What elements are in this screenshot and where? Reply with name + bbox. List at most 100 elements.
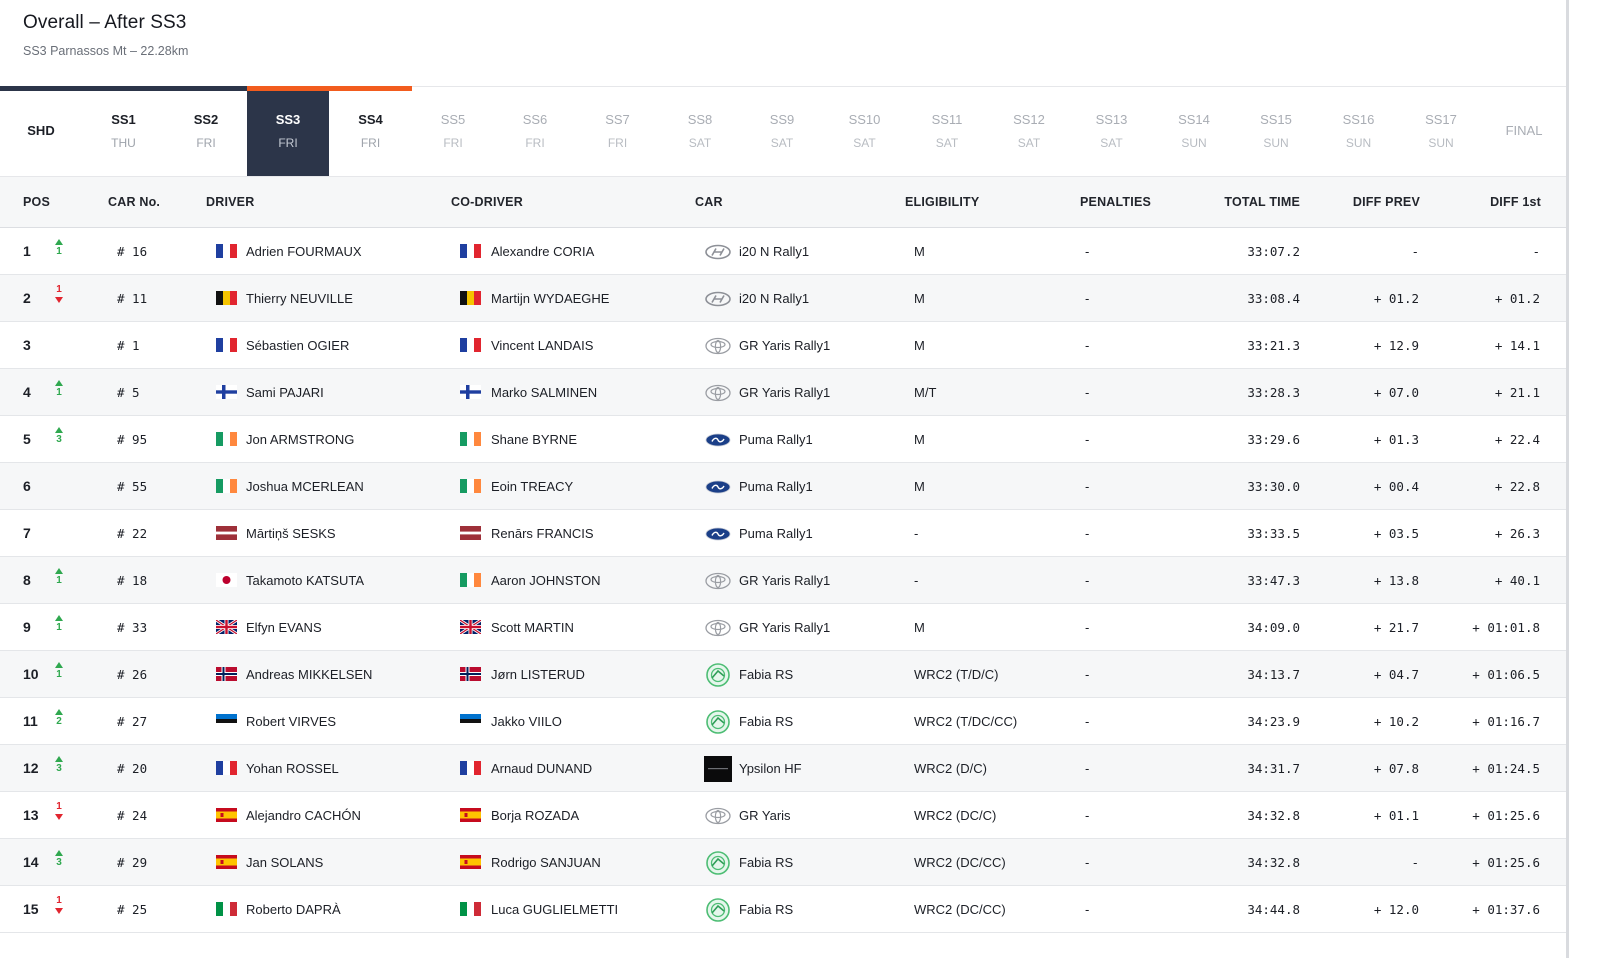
co-driver-name-link[interactable]: Alexandre CORIA (491, 244, 594, 259)
col-diff-first[interactable]: DIFF 1st (1490, 195, 1541, 209)
tab-ss13[interactable]: SS13 SAT (1070, 87, 1153, 176)
tab-stage-day: SAT (1017, 136, 1041, 150)
col-car[interactable]: CAR (695, 195, 723, 209)
total-time-cell: 33:29.6 (1247, 432, 1300, 447)
arrow-down-icon (55, 908, 63, 914)
driver-name-link[interactable]: Sami PAJARI (246, 385, 324, 400)
co-driver-name-link[interactable]: Scott MARTIN (491, 620, 574, 635)
driver-name-link[interactable]: Takamoto KATSUTA (246, 573, 364, 588)
table-row[interactable]: 2 1 # 11 Thierry NEUVILLE Martijn WYDAEGHE i2… (0, 275, 1566, 322)
flag-no-icon (216, 667, 237, 681)
tab-stage-day: SAT (935, 136, 959, 150)
tab-ss10[interactable]: SS10 SAT (823, 87, 906, 176)
tab-stage-name: SS3 (275, 112, 301, 127)
tab-ss4[interactable]: SS4 FRI (329, 87, 412, 176)
driver-name-link[interactable]: Thierry NEUVILLE (246, 291, 353, 306)
table-row[interactable]: 6 # 55 Joshua MCERLEAN Eoin TREACY Puma Rall… (0, 463, 1566, 510)
car-model-cell: i20 N Rally1 (739, 291, 810, 306)
toyota-icon (704, 803, 732, 829)
table-row[interactable]: 13 1 # 24 Alejandro CACHÓN Borja ROZADA GR Ya… (0, 792, 1566, 839)
co-driver-name-link[interactable]: Rodrigo SANJUAN (491, 855, 601, 870)
diff-prev-cell: + 13.8 (1373, 573, 1419, 588)
co-driver-name-link[interactable]: Renārs FRANCIS (491, 526, 594, 541)
co-driver-name-link[interactable]: Eoin TREACY (491, 479, 573, 494)
table-row[interactable]: 14 3 # 29 Jan SOLANS Rodrigo SANJUAN Fabia RS… (0, 839, 1566, 886)
scrollbar[interactable] (1566, 0, 1569, 958)
tab-ss16[interactable]: SS16 SUN (1317, 87, 1400, 176)
table-row[interactable]: 8 1 # 18 Takamoto KATSUTA Aaron JOHNSTON GR Y… (0, 557, 1566, 604)
tab-ss2[interactable]: SS2 FRI (165, 87, 247, 176)
table-row[interactable]: 7 # 22 Mārtiņš SESKS Renārs FRANCIS Puma Ral… (0, 510, 1566, 557)
position-gain-indicator: 1 (52, 568, 66, 586)
driver-name-link[interactable]: Roberto DAPRÀ (246, 902, 341, 917)
tab-ss9[interactable]: SS9 SAT (741, 87, 823, 176)
table-row[interactable]: 11 2 # 27 Robert VIRVES Jakko VIILO Fabia RS W… (0, 698, 1566, 745)
co-driver-name-link[interactable]: Jørn LISTERUD (491, 667, 585, 682)
flag-ie-icon (460, 432, 481, 446)
tab-shd[interactable]: SHD (0, 87, 82, 176)
table-row[interactable]: 12 3 # 20 Yohan ROSSEL Arnaud DUNAND Ypsilon … (0, 745, 1566, 792)
eligibility-cell: M (914, 479, 925, 494)
driver-name-link[interactable]: Joshua MCERLEAN (246, 479, 364, 494)
table-row[interactable]: 5 3 # 95 Jon ARMSTRONG Shane BYRNE Puma Rally… (0, 416, 1566, 463)
tab-ss7[interactable]: SS7 FRI (576, 87, 659, 176)
tab-ss17[interactable]: SS17 SUN (1400, 87, 1482, 176)
co-driver-name-link[interactable]: Luca GUGLIELMETTI (491, 902, 618, 917)
driver-name-link[interactable]: Mārtiņš SESKS (246, 526, 336, 541)
co-driver-name-link[interactable]: Vincent LANDAIS (491, 338, 593, 353)
driver-name-link[interactable]: Yohan ROSSEL (246, 761, 339, 776)
table-row[interactable]: 9 1 # 33 Elfyn EVANS Scott MARTIN GR Yaris Ra… (0, 604, 1566, 651)
skoda-icon (704, 897, 732, 923)
col-pos[interactable]: POS (23, 195, 50, 209)
tab-ss6[interactable]: SS6 FRI (494, 87, 576, 176)
co-driver-name-link[interactable]: Marko SALMINEN (491, 385, 597, 400)
tab-ss14[interactable]: SS14 SUN (1153, 87, 1235, 176)
tab-ss8[interactable]: SS8 SAT (659, 87, 741, 176)
driver-name-link[interactable]: Elfyn EVANS (246, 620, 322, 635)
driver-name-link[interactable]: Alejandro CACHÓN (246, 808, 361, 823)
table-row[interactable]: 4 1 # 5 Sami PAJARI Marko SALMINEN GR Yaris R… (0, 369, 1566, 416)
ford-icon (704, 521, 732, 547)
penalties-cell: - (1085, 291, 1090, 306)
driver-name-link[interactable]: Jan SOLANS (246, 855, 323, 870)
tab-final[interactable]: FINAL (1482, 87, 1566, 176)
col-driver[interactable]: DRIVER (206, 195, 254, 209)
diff-first-cell: + 21.1 (1494, 385, 1540, 400)
col-eligibility[interactable]: ELIGIBILITY (905, 195, 979, 209)
col-co-driver[interactable]: CO-DRIVER (451, 195, 523, 209)
driver-name-link[interactable]: Sébastien OGIER (246, 338, 349, 353)
co-driver-name-link[interactable]: Jakko VIILO (491, 714, 562, 729)
table-row[interactable]: 3 # 1 Sébastien OGIER Vincent LANDAIS GR Yar… (0, 322, 1566, 369)
table-row[interactable]: 1 1 # 16 Adrien FOURMAUX Alexandre CORIA i20 … (0, 228, 1566, 275)
col-penalties[interactable]: PENALTIES (1080, 195, 1151, 209)
col-total-time[interactable]: TOTAL TIME (1224, 195, 1300, 209)
position-gain-indicator: 1 (52, 380, 66, 398)
tab-ss12[interactable]: SS12 SAT (988, 87, 1070, 176)
driver-name-link[interactable]: Robert VIRVES (246, 714, 336, 729)
table-row[interactable]: 15 1 # 25 Roberto DAPRÀ Luca GUGLIELMETTI Fab… (0, 886, 1566, 933)
co-driver-name-link[interactable]: Martijn WYDAEGHE (491, 291, 609, 306)
co-driver-name-link[interactable]: Aaron JOHNSTON (491, 573, 601, 588)
col-diff-prev[interactable]: DIFF PREV (1353, 195, 1420, 209)
tab-stage-day: SUN (1428, 136, 1454, 150)
diff-first-cell: + 01:06.5 (1472, 667, 1540, 682)
co-driver-name-link[interactable]: Shane BYRNE (491, 432, 577, 447)
tab-ss1[interactable]: SS1 THU (82, 87, 165, 176)
driver-name-link[interactable]: Andreas MIKKELSEN (246, 667, 372, 682)
penalties-cell: - (1085, 808, 1090, 823)
col-car-no[interactable]: CAR No. (108, 195, 160, 209)
hyundai-icon (704, 286, 732, 312)
tab-ss11[interactable]: SS11 SAT (906, 87, 988, 176)
tab-stage-name: SS9 (769, 112, 795, 127)
tab-ss5[interactable]: SS5 FRI (412, 87, 494, 176)
co-driver-name-link[interactable]: Borja ROZADA (491, 808, 579, 823)
driver-name-link[interactable]: Jon ARMSTRONG (246, 432, 354, 447)
co-driver-name-link[interactable]: Arnaud DUNAND (491, 761, 592, 776)
tab-stage-name: SS5 (440, 112, 466, 127)
tab-ss15[interactable]: SS15 SUN (1235, 87, 1317, 176)
driver-name-link[interactable]: Adrien FOURMAUX (246, 244, 362, 259)
arrow-up-icon (55, 709, 63, 715)
tab-ss3[interactable]: SS3 FRI (247, 87, 329, 176)
table-row[interactable]: 10 1 # 26 Andreas MIKKELSEN Jørn LISTERUD Fab… (0, 651, 1566, 698)
tab-stage-name: SS14 (1178, 112, 1210, 127)
